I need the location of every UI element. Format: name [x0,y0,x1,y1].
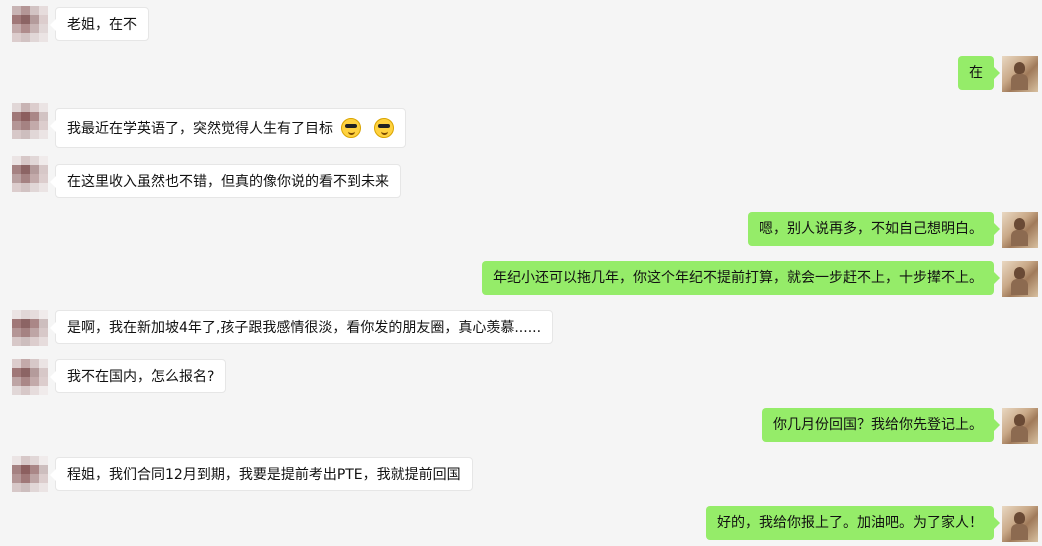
message-bubble[interactable]: 程姐，我们合同12月到期，我要是提前考出PTE，我就提前回国 [50,457,473,491]
message-bubble[interactable]: 你几月份回国？我给你先登记上。 [762,408,1000,442]
message-text: 年纪小还可以拖几年，你这个年纪不提前打算，就会一步赶不上，十步撵不上。 [493,270,983,286]
message-bubble[interactable]: 老姐，在不 [50,7,149,41]
contact-avatar[interactable] [12,6,48,42]
user-avatar[interactable] [1002,261,1038,297]
message-text: 老姐，在不 [67,17,137,33]
user-avatar[interactable] [1002,408,1038,444]
message-bubble[interactable]: 在 [958,56,1000,90]
contact-avatar[interactable] [12,310,48,346]
message-text: 嗯，别人说再多，不如自己想明白。 [759,221,983,237]
message-bubble[interactable]: 年纪小还可以拖几年，你这个年纪不提前打算，就会一步赶不上，十步撵不上。 [482,261,1000,295]
message-text: 我不在国内，怎么报名? [67,369,215,385]
user-avatar[interactable] [1002,56,1038,92]
message-bubble[interactable]: 在这里收入虽然也不错，但真的像你说的看不到未来 [50,164,401,198]
message-text: 我最近在学英语了，突然觉得人生有了目标 [67,121,333,137]
contact-avatar[interactable] [12,359,48,395]
contact-avatar[interactable] [12,456,48,492]
message-text: 程姐，我们合同12月到期，我要是提前考出PTE，我就提前回国 [67,467,461,483]
message-bubble[interactable]: 嗯，别人说再多，不如自己想明白。 [748,212,1000,246]
contact-avatar[interactable] [12,156,48,192]
message-bubble[interactable]: 是啊，我在新加坡4年了,孩子跟我感情很淡，看你发的朋友圈，真心羡慕...... [49,310,554,344]
message-text: 好的，我给你报上了。加油吧。为了家人！ [717,515,983,531]
message-bubble[interactable]: 好的，我给你报上了。加油吧。为了家人！ [706,506,1000,540]
message-text: 在这里收入虽然也不错，但真的像你说的看不到未来 [67,174,389,190]
contact-avatar[interactable] [12,103,48,139]
message-text: 你几月份回国？我给你先登记上。 [773,417,983,433]
cool-emoji-icon [373,118,394,138]
user-avatar[interactable] [1002,506,1038,542]
message-text: 在 [969,65,983,81]
cool-emoji-icon [341,118,362,138]
user-avatar[interactable] [1002,212,1038,248]
message-bubble[interactable]: 我最近在学英语了，突然觉得人生有了目标 [50,108,406,148]
message-text: 是啊，我在新加坡4年了,孩子跟我感情很淡，看你发的朋友圈，真心羡慕...... [67,320,542,336]
message-bubble[interactable]: 我不在国内，怎么报名? [49,359,227,393]
